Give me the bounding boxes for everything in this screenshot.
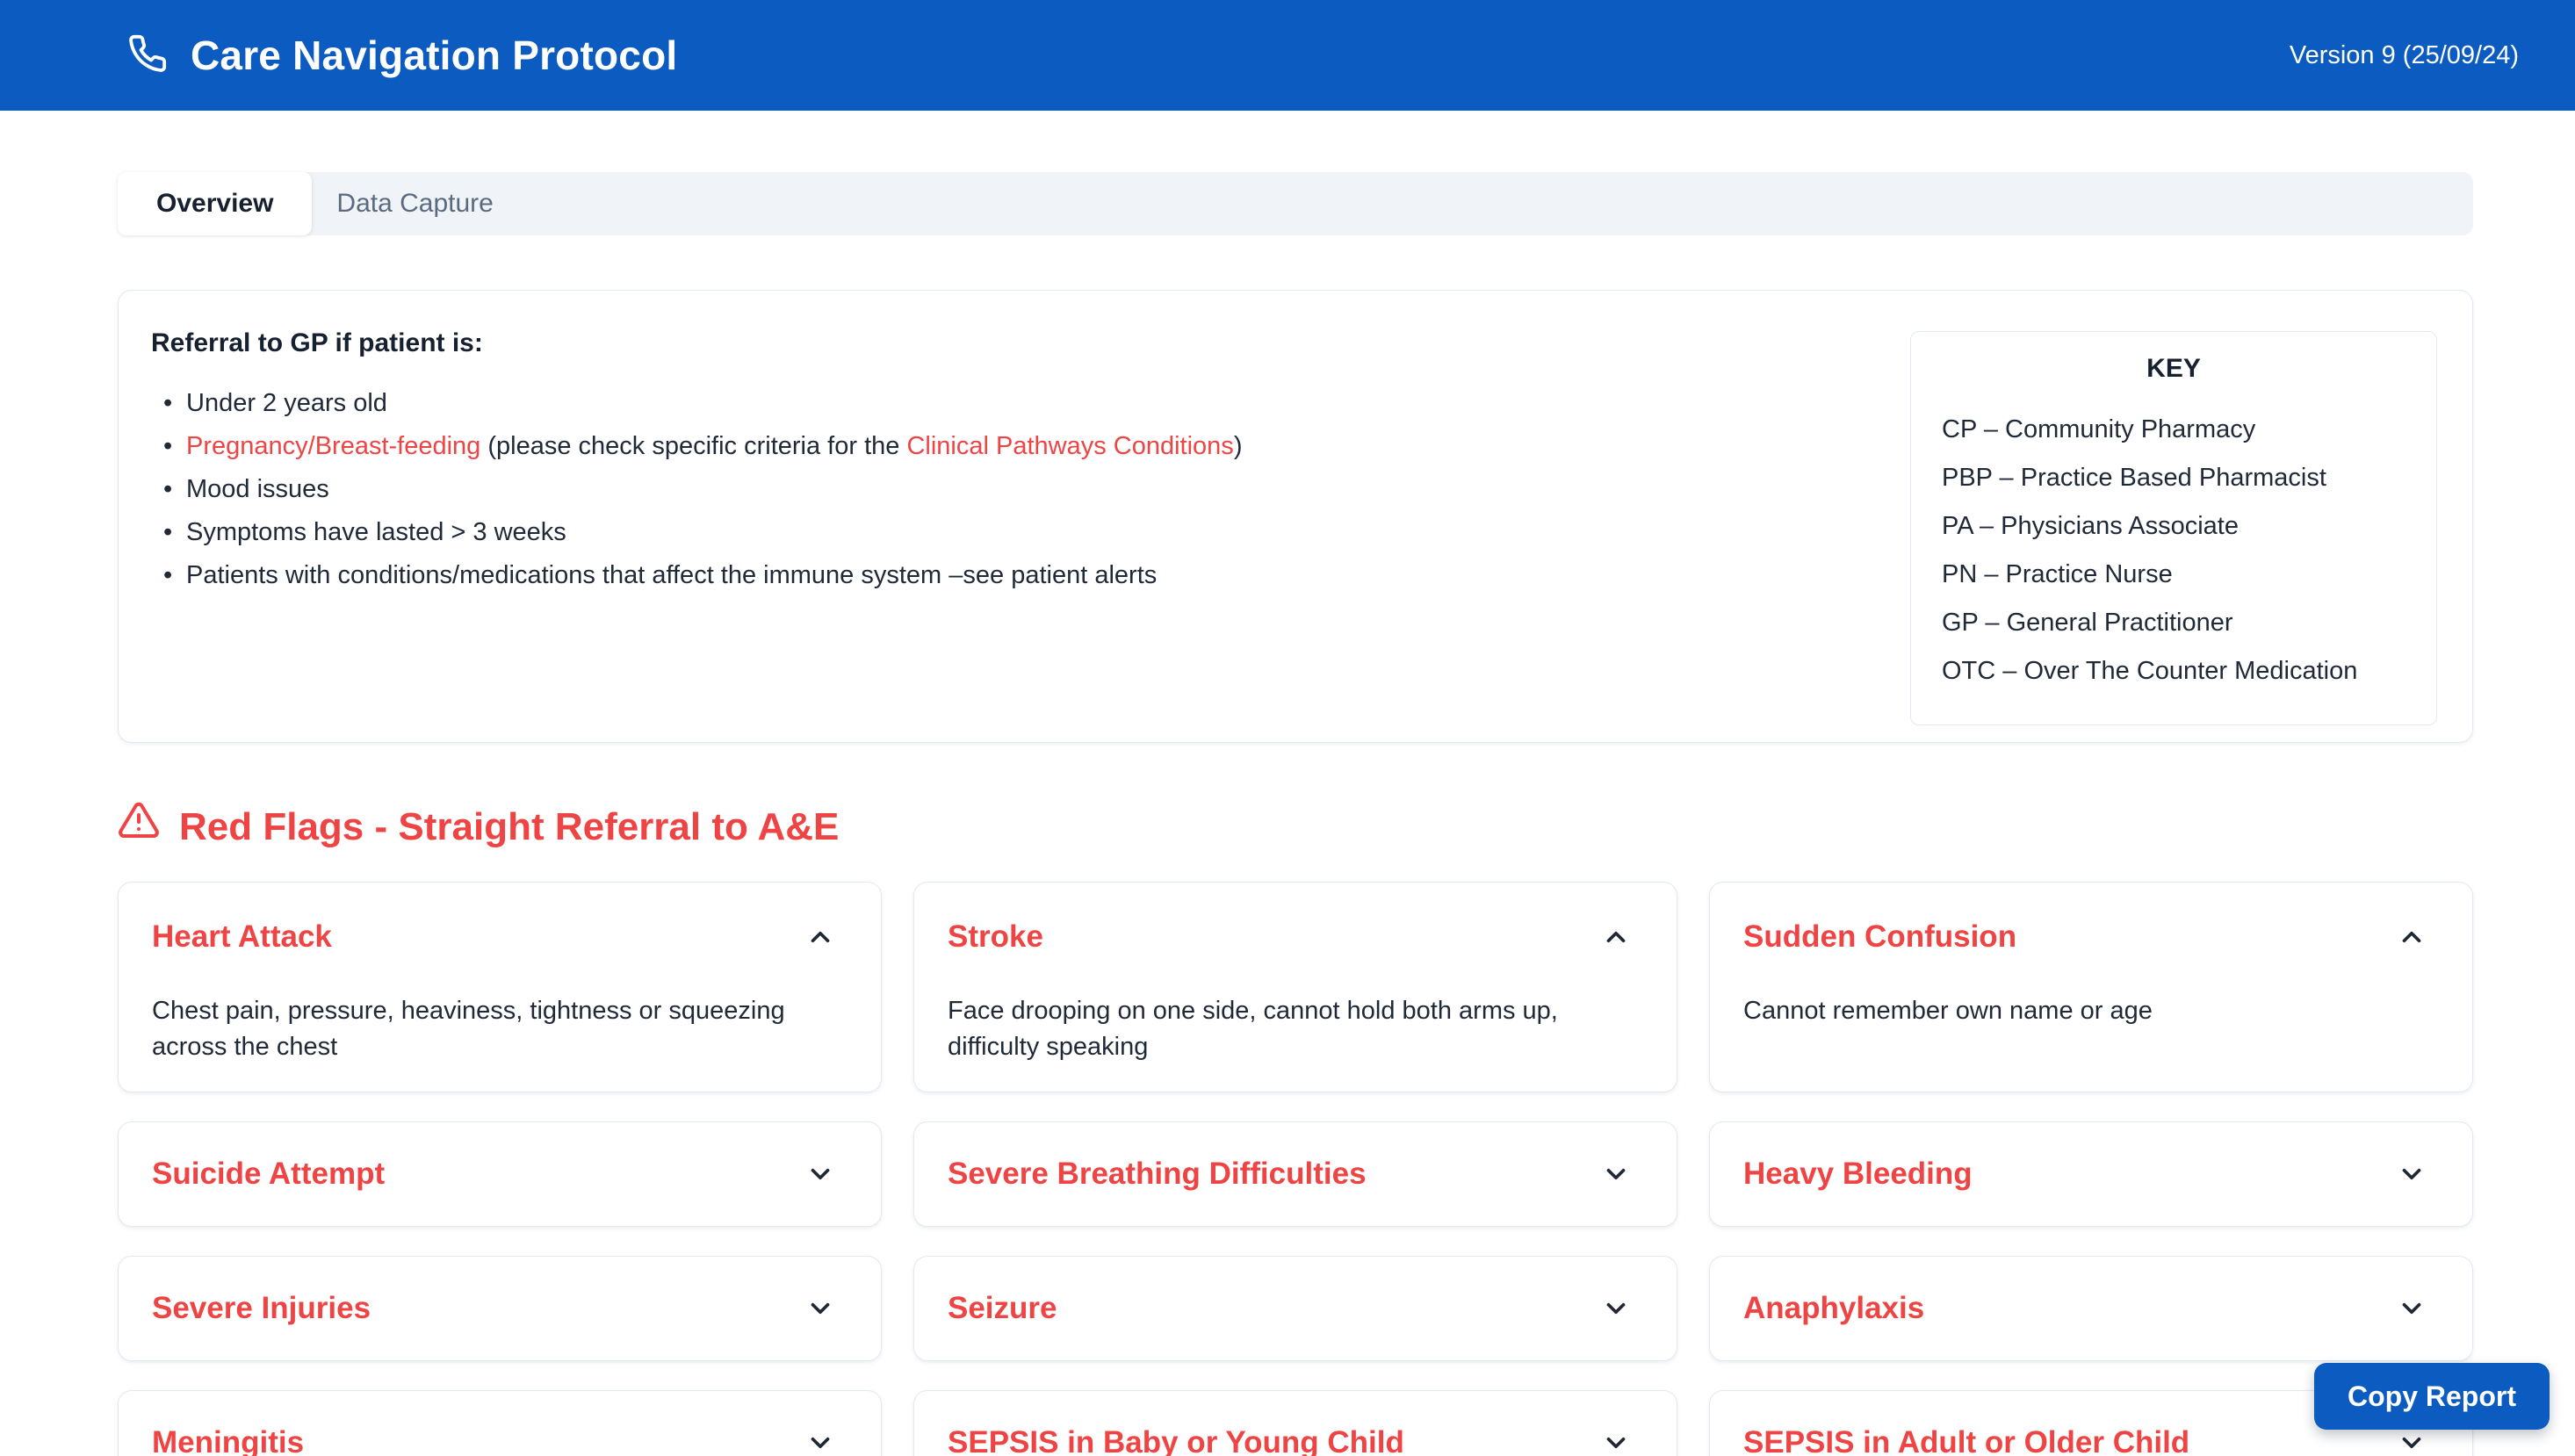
- key-item: GP – General Practitioner: [1942, 599, 2436, 647]
- chevron-down-icon[interactable]: [805, 1294, 835, 1323]
- key-item: PN – Practice Nurse: [1942, 551, 2436, 599]
- card-title: Sudden Confusion: [1743, 918, 2016, 956]
- card-description: Chest pain, pressure, heaviness, tightne…: [152, 993, 835, 1065]
- key-item: OTC – Over The Counter Medication: [1942, 647, 2436, 696]
- red-flag-card-stroke[interactable]: Stroke Face drooping on one side, cannot…: [913, 882, 1677, 1092]
- red-flag-card-meningitis[interactable]: Meningitis: [118, 1390, 882, 1456]
- chevron-down-icon[interactable]: [2397, 1428, 2427, 1456]
- version-label: Version 9 (25/09/24): [2290, 41, 2519, 70]
- card-toggle[interactable]: Meningitis: [152, 1424, 835, 1456]
- red-flags-grid: Heart Attack Chest pain, pressure, heavi…: [118, 882, 2473, 1456]
- red-flag-card-severe-breathing-difficulties[interactable]: Severe Breathing Difficulties: [913, 1121, 1677, 1227]
- referral-bullet: Under 2 years old: [151, 382, 1242, 425]
- referral-bullet-list: Under 2 years old Pregnancy/Breast-feedi…: [151, 382, 1242, 597]
- card-title: Heart Attack: [152, 918, 332, 956]
- referral-bullet: Pregnancy/Breast-feeding (please check s…: [151, 425, 1242, 468]
- chevron-down-icon[interactable]: [1601, 1428, 1631, 1456]
- card-title: Heavy Bleeding: [1743, 1155, 1973, 1193]
- card-toggle[interactable]: Heavy Bleeding: [1743, 1155, 2427, 1193]
- key-item: CP – Community Pharmacy: [1942, 406, 2436, 454]
- red-flag-card-suicide-attempt[interactable]: Suicide Attempt: [118, 1121, 882, 1227]
- card-title: Anaphylaxis: [1743, 1289, 1924, 1328]
- referral-bullet: Mood issues: [151, 468, 1242, 511]
- red-flag-card-anaphylaxis[interactable]: Anaphylaxis: [1709, 1256, 2473, 1361]
- warning-icon: [118, 799, 160, 855]
- bullet-text: Under 2 years old: [186, 389, 387, 417]
- referral-bullet: Symptoms have lasted > 3 weeks: [151, 511, 1242, 554]
- pregnancy-link[interactable]: Pregnancy/Breast-feeding: [186, 432, 480, 460]
- card-toggle[interactable]: Severe Breathing Difficulties: [948, 1155, 1631, 1193]
- card-toggle[interactable]: Seizure: [948, 1289, 1631, 1328]
- chevron-down-icon[interactable]: [805, 1428, 835, 1456]
- red-flag-card-severe-injuries[interactable]: Severe Injuries: [118, 1256, 882, 1361]
- card-title: Severe Breathing Difficulties: [948, 1155, 1367, 1193]
- chevron-down-icon[interactable]: [1601, 1159, 1631, 1189]
- card-title: Meningitis: [152, 1424, 304, 1456]
- key-box: KEY CP – Community Pharmacy PBP – Practi…: [1910, 331, 2437, 725]
- red-flags-heading-text: Red Flags - Straight Referral to A&E: [179, 801, 839, 854]
- card-title: SEPSIS in Baby or Young Child: [948, 1424, 1404, 1456]
- referral-bullet: Patients with conditions/medications tha…: [151, 554, 1242, 597]
- tab-overview[interactable]: Overview: [118, 172, 312, 235]
- card-description: Face drooping on one side, cannot hold b…: [948, 993, 1631, 1065]
- chevron-up-icon[interactable]: [805, 922, 835, 952]
- page-title: Care Navigation Protocol: [191, 32, 677, 79]
- red-flag-card-heart-attack[interactable]: Heart Attack Chest pain, pressure, heavi…: [118, 882, 882, 1092]
- key-item: PBP – Practice Based Pharmacist: [1942, 454, 2436, 502]
- chevron-up-icon[interactable]: [1601, 922, 1631, 952]
- card-toggle[interactable]: SEPSIS in Baby or Young Child: [948, 1424, 1631, 1456]
- card-toggle[interactable]: Anaphylaxis: [1743, 1289, 2427, 1328]
- bullet-text: ): [1234, 432, 1243, 460]
- card-toggle[interactable]: Sudden Confusion: [1743, 918, 2427, 956]
- bullet-text: Patients with conditions/medications tha…: [186, 561, 1157, 589]
- chevron-down-icon[interactable]: [2397, 1159, 2427, 1189]
- chevron-down-icon[interactable]: [2397, 1294, 2427, 1323]
- referral-heading: Referral to GP if patient is:: [151, 328, 1242, 359]
- chevron-down-icon[interactable]: [1601, 1294, 1631, 1323]
- card-description: Cannot remember own name or age: [1743, 993, 2427, 1029]
- card-title: Seizure: [948, 1289, 1057, 1328]
- key-item-list: CP – Community Pharmacy PBP – Practice B…: [1942, 406, 2436, 696]
- card-title: Suicide Attempt: [152, 1155, 385, 1193]
- card-title: SEPSIS in Adult or Older Child: [1743, 1424, 2189, 1456]
- red-flag-card-heavy-bleeding[interactable]: Heavy Bleeding: [1709, 1121, 2473, 1227]
- red-flag-card-seizure[interactable]: Seizure: [913, 1256, 1677, 1361]
- phone-icon: [127, 33, 168, 78]
- referral-card: Referral to GP if patient is: Under 2 ye…: [118, 290, 2473, 743]
- card-toggle[interactable]: Heart Attack: [152, 918, 835, 956]
- chevron-up-icon[interactable]: [2397, 922, 2427, 952]
- tab-data-capture[interactable]: Data Capture: [312, 172, 517, 235]
- red-flags-heading: Red Flags - Straight Referral to A&E: [118, 799, 2473, 855]
- chevron-down-icon[interactable]: [805, 1159, 835, 1189]
- red-flag-card-sepsis-baby[interactable]: SEPSIS in Baby or Young Child: [913, 1390, 1677, 1456]
- bullet-text: Symptoms have lasted > 3 weeks: [186, 518, 566, 546]
- clinical-pathways-link[interactable]: Clinical Pathways Conditions: [906, 432, 1233, 460]
- bullet-text: Mood issues: [186, 475, 329, 503]
- copy-report-button[interactable]: Copy Report: [2314, 1363, 2550, 1430]
- key-item: PA – Physicians Associate: [1942, 502, 2436, 551]
- card-title: Stroke: [948, 918, 1043, 956]
- red-flag-card-sudden-confusion[interactable]: Sudden Confusion Cannot remember own nam…: [1709, 882, 2473, 1092]
- app-header: Care Navigation Protocol Version 9 (25/0…: [0, 0, 2575, 111]
- card-toggle[interactable]: Suicide Attempt: [152, 1155, 835, 1193]
- card-toggle[interactable]: Severe Injuries: [152, 1289, 835, 1328]
- key-heading: KEY: [1942, 353, 2405, 385]
- card-toggle[interactable]: Stroke: [948, 918, 1631, 956]
- card-title: Severe Injuries: [152, 1289, 371, 1328]
- tab-bar: Overview Data Capture: [118, 172, 2473, 235]
- bullet-text: (please check specific criteria for the: [480, 432, 906, 460]
